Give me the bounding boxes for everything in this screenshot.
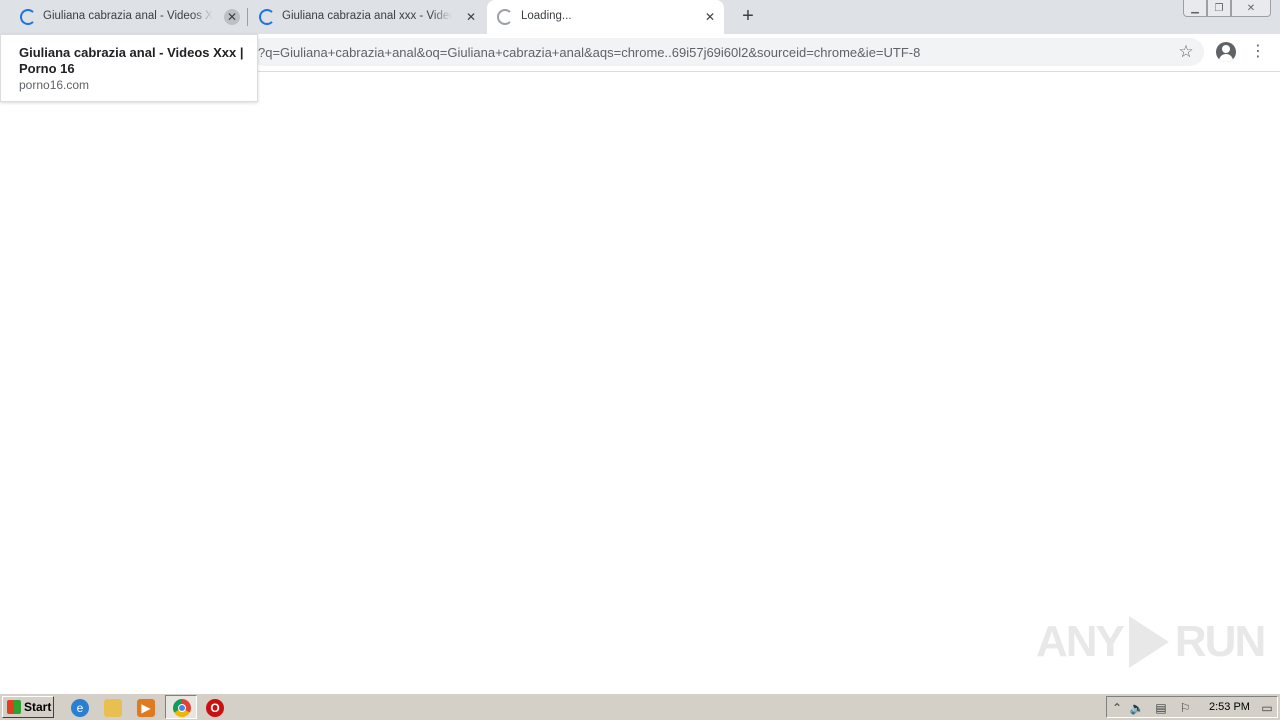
account-body	[1219, 54, 1233, 62]
watermark-logo: ANY RUN	[1036, 612, 1266, 672]
url-text[interactable]: ?q=Giuliana+cabrazia+anal&oq=Giuliana+ca…	[258, 45, 920, 60]
chrome-taskbar-button[interactable]	[165, 695, 197, 719]
start-button[interactable]: Start	[2, 696, 54, 718]
chrome-icon	[173, 699, 191, 717]
tab-title: Loading...	[521, 10, 572, 22]
close-icon[interactable]: ✕	[463, 9, 479, 25]
system-tray: ⌃ 🔈 ▤ ⚐ 2:53 PM ▭	[1106, 696, 1278, 718]
loading-spinner-icon	[259, 9, 275, 25]
account-icon[interactable]	[1216, 42, 1236, 62]
tab-strip: Giuliana cabrazia anal - Videos Xxx | Po…	[0, 0, 1280, 34]
taskbar: Start e ▶ O ⌃ 🔈 ▤ ⚐ 2:53 PM ▭	[0, 692, 1280, 720]
close-icon[interactable]: ✕	[702, 9, 718, 25]
restore-button[interactable]: ❐	[1207, 0, 1231, 17]
loading-spinner-icon	[20, 9, 36, 25]
clock[interactable]: 2:53 PM	[1209, 701, 1250, 713]
network-icon[interactable]: ▤	[1153, 700, 1169, 716]
loading-spinner-icon	[497, 9, 513, 25]
windows-logo-icon	[7, 700, 21, 714]
tab-1[interactable]: Giuliana cabrazia anal - Videos Xxx | Po…	[0, 0, 247, 34]
plus-icon[interactable]: +	[738, 6, 758, 26]
account-head	[1222, 45, 1230, 53]
close-icon[interactable]: ✕	[224, 9, 240, 25]
volume-icon[interactable]: 🔈	[1129, 700, 1145, 716]
kebab-menu-icon[interactable]: ⋮	[1250, 42, 1266, 62]
tab-title: Giuliana cabrazia anal - Videos Xxx | Po…	[43, 10, 213, 22]
hover-card-domain: porno16.com	[19, 78, 90, 92]
close-window-button[interactable]: ✕	[1231, 0, 1271, 17]
hover-card-title: Giuliana cabrazia anal - Videos Xxx | Po…	[19, 45, 244, 76]
start-label: Start	[24, 700, 52, 714]
show-desktop-icon[interactable]: ▭	[1259, 700, 1275, 716]
star-icon[interactable]: ☆	[1176, 42, 1196, 62]
folder-icon[interactable]	[104, 699, 122, 717]
tab-hover-card: Giuliana cabrazia anal - Videos Xxx | Po…	[0, 34, 258, 102]
media-player-icon[interactable]: ▶	[137, 699, 155, 717]
tab-2[interactable]: Giuliana cabrazia anal xxx - Videos Xxx …	[247, 0, 487, 34]
play-icon	[1128, 616, 1169, 668]
tab-3-active[interactable]: Loading... ✕	[487, 0, 724, 34]
opera-icon[interactable]: O	[206, 699, 224, 717]
internet-explorer-icon[interactable]: e	[71, 699, 89, 717]
watermark-right: RUN	[1174, 617, 1266, 666]
tab-title: Giuliana cabrazia anal xxx - Videos Xxx	[282, 10, 452, 22]
address-bar[interactable]: ?q=Giuliana+cabrazia+anal&oq=Giuliana+ca…	[250, 38, 1204, 66]
minimize-button[interactable]: ▁	[1183, 0, 1207, 17]
show-hidden-icons-icon[interactable]: ⌃	[1109, 700, 1125, 716]
watermark-left: ANY	[1036, 617, 1125, 666]
action-center-flag-icon[interactable]: ⚐	[1177, 700, 1193, 716]
